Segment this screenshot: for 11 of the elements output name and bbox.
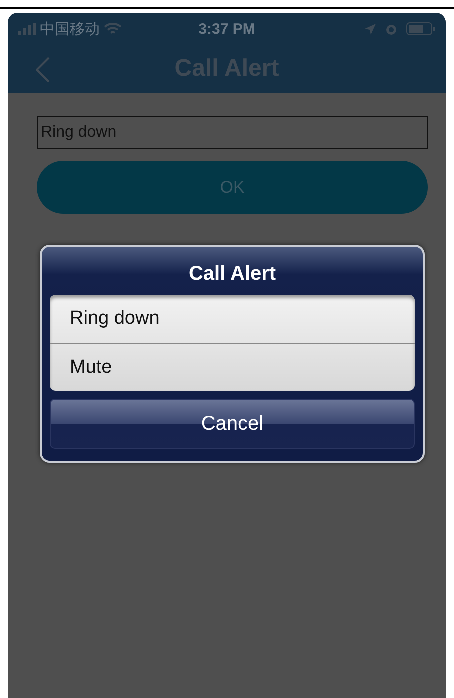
back-chevron-icon[interactable]: [36, 57, 50, 83]
cancel-button[interactable]: Cancel: [50, 399, 415, 449]
signal-icon: [18, 23, 36, 35]
carrier-name: 中国移动: [40, 20, 100, 38]
dialog-title: Call Alert: [188, 262, 278, 287]
status-time: 3:37 PM: [198, 20, 256, 38]
option-item[interactable]: Mute: [50, 343, 415, 391]
option-item[interactable]: Ring down: [50, 295, 415, 343]
wifi-icon: [104, 22, 122, 36]
battery-icon: [406, 22, 436, 36]
location-arrow-icon: [364, 22, 377, 36]
